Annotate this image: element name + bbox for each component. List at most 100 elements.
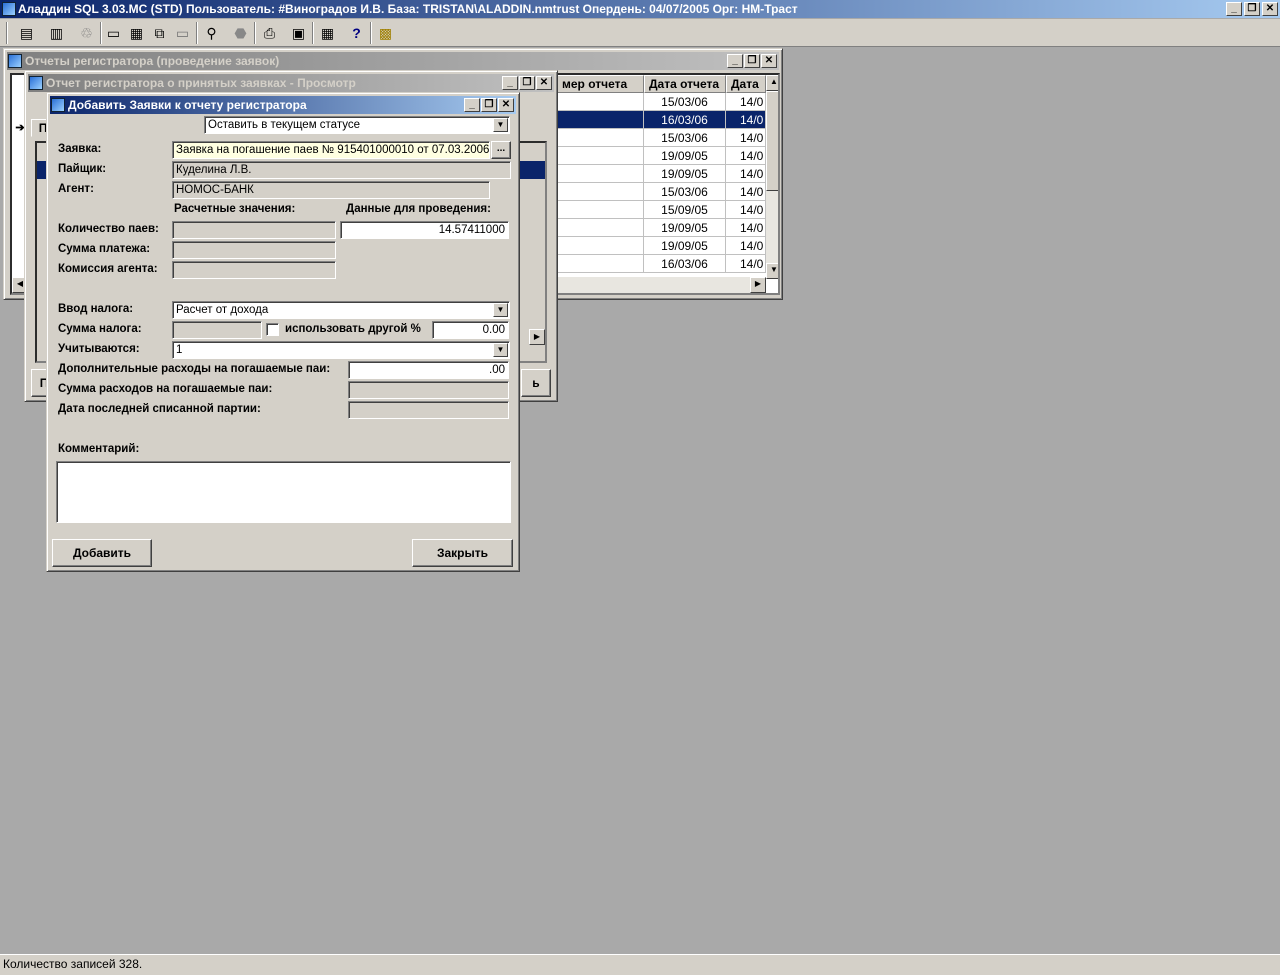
scroll-down-button[interactable]: ▼ (766, 263, 778, 279)
agent-label: Агент: (58, 183, 94, 195)
agent-field: НОМОС-БАНК (172, 181, 490, 199)
dialog-close-button[interactable]: ✕ (498, 98, 514, 112)
table-cell-report-date[interactable]: 19/09/05 (644, 165, 726, 183)
table-cell-report-date[interactable]: 15/09/05 (644, 201, 726, 219)
save-icon[interactable]: ▣ (287, 22, 310, 44)
scroll-thumb[interactable] (766, 91, 778, 191)
table-cell-report-date[interactable]: 19/09/05 (644, 147, 726, 165)
extra-costs-field[interactable]: .00 (348, 361, 509, 379)
tax-pct-field[interactable]: 0.00 (432, 321, 509, 339)
view-close-button[interactable]: ✕ (536, 76, 552, 90)
counted-label: Учитываются: (58, 343, 140, 355)
units-count-field[interactable]: 14.57411000 (340, 221, 509, 239)
costs-sum-label: Сумма расходов на погашаемые паи: (58, 383, 273, 395)
table-cell-date[interactable]: 14/0 (726, 165, 766, 183)
tile-icon[interactable]: ▦ (125, 22, 148, 44)
column-header-date[interactable]: Дата (726, 75, 766, 93)
table-cell-date[interactable]: 14/0 (726, 147, 766, 165)
tax-input-value: Расчет от дохода (176, 304, 269, 316)
grid-vertical-scrollbar[interactable]: ▲ ▼ (766, 75, 778, 279)
table-cell-date[interactable]: 14/0 (726, 255, 766, 273)
order-lookup-button[interactable]: ... (491, 141, 511, 159)
toolbar-separator (370, 22, 372, 44)
database-icon[interactable]: ▥ (45, 22, 68, 44)
table-cell-report-date[interactable]: 15/03/06 (644, 183, 726, 201)
table-cell-report-date[interactable]: 19/09/05 (644, 219, 726, 237)
holder-field: Куделина Л.В. (172, 161, 511, 179)
column-header-report-date[interactable]: Дата отчета (644, 75, 726, 93)
table-cell-report-date[interactable]: 16/03/06 (644, 111, 726, 129)
counted-select[interactable]: 1 ▼ (172, 341, 510, 359)
payment-sum-label: Сумма платежа: (58, 243, 151, 255)
binoculars-icon[interactable]: ⚲ (200, 22, 223, 44)
scroll-right-button[interactable]: ▶ (750, 277, 766, 293)
table-cell-date[interactable]: 14/0 (726, 219, 766, 237)
reports-close-button[interactable]: ✕ (761, 54, 777, 68)
add-button[interactable]: Добавить (52, 539, 152, 567)
order-field[interactable]: Заявка на погашение паев № 915401000010 … (172, 141, 490, 159)
table-cell-report-date[interactable]: 15/03/06 (644, 93, 726, 111)
tax-sum-label: Сумма налога: (58, 323, 142, 335)
toolbar-separator (254, 22, 256, 44)
table-cell-number[interactable] (557, 93, 644, 111)
view-restore-button[interactable]: ❐ (519, 76, 535, 90)
cascade-icon[interactable]: ⧉ (148, 22, 171, 44)
table-cell-number[interactable] (557, 201, 644, 219)
scroll-up-button[interactable]: ▲ (766, 75, 778, 91)
view-window-title: Отчет регистратора о принятых заявках - … (46, 76, 356, 90)
tax-input-select[interactable]: Расчет от дохода ▼ (172, 301, 510, 319)
app-restore-button[interactable]: ❐ (1244, 2, 1260, 16)
app-close-button[interactable]: ✕ (1262, 2, 1278, 16)
table-cell-report-date[interactable]: 16/03/06 (644, 255, 726, 273)
table-cell-number[interactable] (557, 255, 644, 273)
chevron-down-icon[interactable]: ▼ (493, 303, 508, 317)
table-cell-report-date[interactable]: 19/09/05 (644, 237, 726, 255)
payment-sum-field (172, 241, 336, 259)
table-cell-number[interactable] (557, 219, 644, 237)
stop-icon[interactable]: ⬣ (229, 22, 252, 44)
view-window-titlebar: Отчет регистратора о принятых заявках - … (28, 74, 554, 92)
units-count-calc-field (172, 221, 336, 239)
list-icon[interactable]: ▤ (15, 22, 38, 44)
comment-label: Комментарий: (58, 443, 140, 455)
view-minimize-button[interactable]: _ (502, 76, 518, 90)
table-cell-number[interactable] (557, 183, 644, 201)
dialog-minimize-button[interactable]: _ (464, 98, 480, 112)
last-batch-date-field (348, 401, 509, 419)
comment-textarea[interactable] (56, 461, 511, 523)
calendar-icon[interactable]: ▦ (316, 22, 339, 44)
holder-label: Пайщик: (58, 163, 107, 175)
table-cell-date[interactable]: 14/0 (726, 93, 766, 111)
chevron-down-icon[interactable]: ▼ (493, 343, 508, 357)
exit-icon[interactable]: ▩ (374, 22, 397, 44)
table-cell-date[interactable]: 14/0 (726, 111, 766, 129)
column-header-number[interactable]: мер отчета (557, 75, 644, 93)
view-right-button[interactable]: ь (521, 369, 551, 397)
help-icon[interactable]: ? (345, 22, 368, 44)
table-cell-number[interactable] (557, 129, 644, 147)
minimize-all-icon[interactable]: ▭ (171, 22, 194, 44)
use-other-pct-label: использовать другой % (285, 323, 421, 335)
table-cell-date[interactable]: 14/0 (726, 183, 766, 201)
table-cell-date[interactable]: 14/0 (726, 129, 766, 147)
table-cell-report-date[interactable]: 15/03/06 (644, 129, 726, 147)
chevron-down-icon[interactable]: ▼ (493, 118, 508, 132)
table-cell-number[interactable] (557, 147, 644, 165)
window-icon[interactable]: ▭ (102, 22, 125, 44)
recycle-icon[interactable]: ♲ (75, 22, 98, 44)
status-select[interactable]: Оставить в текущем статусе ▼ (204, 116, 510, 134)
view-scroll-right-button[interactable]: ▶ (529, 329, 545, 345)
table-cell-number[interactable] (557, 237, 644, 255)
reports-restore-button[interactable]: ❐ (744, 54, 760, 68)
close-button[interactable]: Закрыть (412, 539, 513, 567)
table-cell-number[interactable] (557, 165, 644, 183)
app-minimize-button[interactable]: _ (1226, 2, 1242, 16)
printer-icon[interactable]: ⎙ (258, 22, 281, 44)
table-cell-date[interactable]: 14/0 (726, 237, 766, 255)
toolbar-separator (312, 22, 314, 44)
dialog-restore-button[interactable]: ❐ (481, 98, 497, 112)
reports-minimize-button[interactable]: _ (727, 54, 743, 68)
table-cell-date[interactable]: 14/0 (726, 201, 766, 219)
table-cell-number[interactable] (557, 111, 644, 129)
use-other-pct-checkbox[interactable] (266, 323, 279, 336)
